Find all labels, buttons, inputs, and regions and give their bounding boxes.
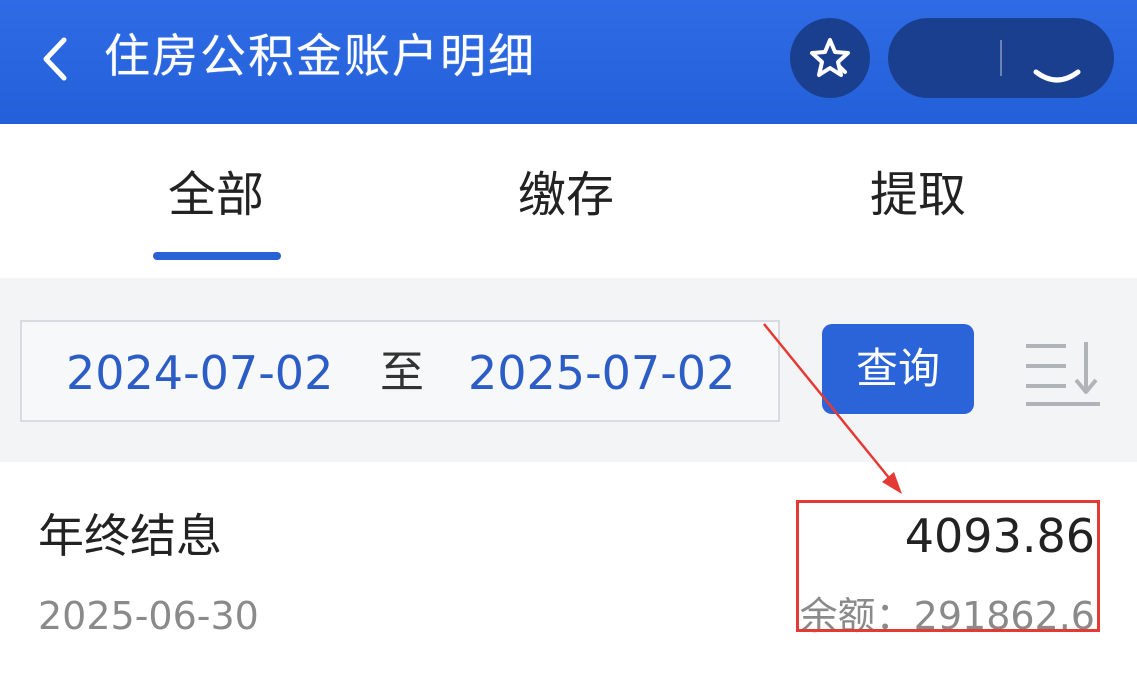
record-title: 年终结息: [38, 509, 222, 563]
tab-withdraw[interactable]: 提取: [852, 160, 984, 230]
chevron-left-icon: [43, 37, 67, 81]
top-nav-bar: 住房公积金账户明细: [0, 0, 1137, 124]
active-tab-indicator: [153, 252, 281, 260]
annotation-highlight-box: [796, 500, 1100, 632]
sort-button[interactable]: [1022, 336, 1102, 408]
more-button[interactable]: [888, 18, 1000, 98]
favorite-button[interactable]: [790, 18, 870, 98]
close-icon: [1033, 69, 1081, 83]
tab-all[interactable]: 全部: [150, 160, 282, 230]
app-root: 住房公积金账户明细 全部 缴存 提取 2024-07-02 至 2025-07-…: [0, 0, 1137, 684]
tab-deposit[interactable]: 缴存: [500, 160, 632, 230]
date-filter-bar: 2024-07-02 至 2025-07-02 查询: [0, 278, 1137, 462]
tab-bar: 全部 缴存 提取: [0, 124, 1137, 278]
end-date-picker[interactable]: 2025-07-02: [468, 344, 735, 402]
close-button[interactable]: [1002, 18, 1114, 98]
date-range-field: 2024-07-02 至 2025-07-02: [20, 320, 780, 422]
page-title: 住房公积金账户明细: [104, 29, 536, 83]
list-item[interactable]: 年终结息 2025-06-30 4093.86 余额：291862.6: [0, 462, 1137, 684]
date-range-separator: 至: [380, 347, 424, 398]
mini-program-capsule: [888, 18, 1114, 98]
star-icon: [810, 38, 850, 77]
query-button[interactable]: 查询: [822, 324, 974, 414]
start-date-picker[interactable]: 2024-07-02: [66, 344, 333, 402]
back-button[interactable]: [34, 34, 78, 84]
sort-descending-icon: [1026, 342, 1100, 406]
record-date: 2025-06-30: [38, 594, 259, 638]
